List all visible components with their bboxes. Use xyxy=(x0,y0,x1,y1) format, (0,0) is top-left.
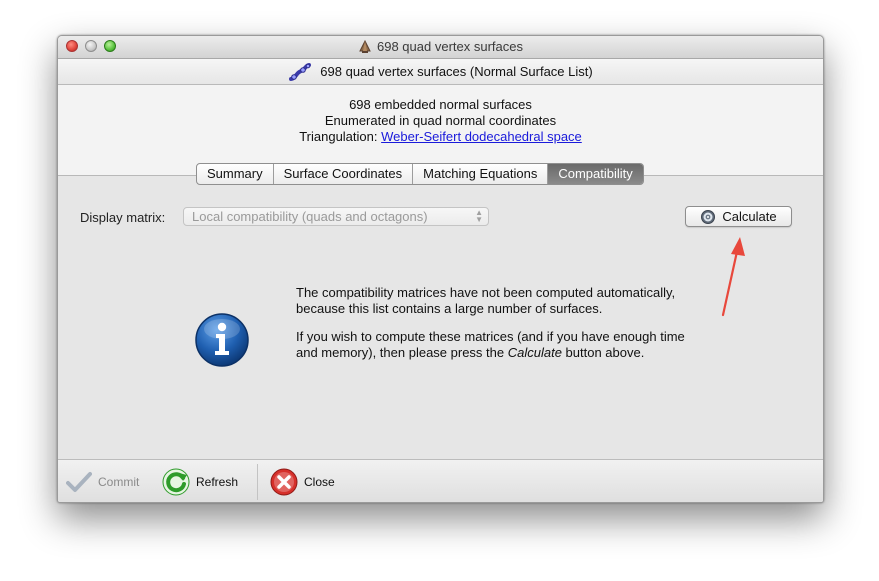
refresh-icon xyxy=(162,468,190,496)
footer-separator xyxy=(257,464,258,500)
close-button[interactable]: Close xyxy=(270,468,335,496)
display-matrix-value: Local compatibility (quads and octagons) xyxy=(192,209,428,224)
calculate-button-label: Calculate xyxy=(722,209,777,224)
tab-compatibility[interactable]: Compatibility xyxy=(548,164,643,184)
gear-icon xyxy=(701,209,716,224)
checkmark-icon xyxy=(66,472,92,492)
message-text-end: button above. xyxy=(561,345,645,360)
packet-header: 698 quad vertex surfaces (Normal Surface… xyxy=(58,59,823,85)
triangulation-line: Triangulation: Weber-Seifert dodecahedra… xyxy=(58,129,823,145)
display-matrix-label: Display matrix: xyxy=(80,210,166,225)
info-icon xyxy=(195,313,249,367)
select-arrows-icon: ▲ ▼ xyxy=(475,208,483,224)
calculate-button[interactable]: Calculate xyxy=(685,206,792,227)
minimize-window-button[interactable] xyxy=(85,40,97,52)
triangulation-label: Triangulation: xyxy=(299,129,378,144)
commit-label: Commit xyxy=(98,475,140,489)
tab-surface-coordinates[interactable]: Surface Coordinates xyxy=(274,164,414,184)
window-title: 698 quad vertex surfaces xyxy=(377,39,523,54)
close-window-button[interactable] xyxy=(66,40,78,52)
message-paragraph-1: The compatibility matrices have not been… xyxy=(296,285,676,316)
action-bar: Commit Refresh Close xyxy=(58,459,823,502)
refresh-label: Refresh xyxy=(196,475,239,489)
tab-bar: Summary Surface Coordinates Matching Equ… xyxy=(196,163,644,185)
tab-matching-equations[interactable]: Matching Equations xyxy=(413,164,549,184)
main-window: 698 quad vertex surfaces 698 quad vertex… xyxy=(57,35,824,503)
window-controls xyxy=(66,40,116,52)
close-icon xyxy=(270,468,298,496)
compatibility-message: The compatibility matrices have not been… xyxy=(296,285,686,373)
triangulation-link[interactable]: Weber-Seifert dodecahedral space xyxy=(381,129,582,144)
message-emphasis: Calculate xyxy=(507,345,562,360)
title-bar[interactable]: 698 quad vertex surfaces xyxy=(58,36,823,59)
close-label: Close xyxy=(304,475,335,489)
compatibility-panel: Display matrix: Local compatibility (qua… xyxy=(58,175,823,460)
window-title-group: 698 quad vertex surfaces xyxy=(358,39,523,54)
commit-button[interactable]: Commit xyxy=(66,468,139,496)
packet-title: 698 quad vertex surfaces (Normal Surface… xyxy=(320,64,593,79)
surface-list-info: 698 embedded normal surfaces Enumerated … xyxy=(58,85,823,175)
normal-surface-list-icon xyxy=(289,62,312,81)
document-icon xyxy=(359,39,371,53)
display-matrix-select[interactable]: Local compatibility (quads and octagons)… xyxy=(183,207,489,226)
surface-count-line: 698 embedded normal surfaces xyxy=(349,97,532,112)
zoom-window-button[interactable] xyxy=(104,40,116,52)
coordinate-system-line: Enumerated in quad normal coordinates xyxy=(324,113,557,128)
tab-summary[interactable]: Summary xyxy=(197,164,274,184)
refresh-button[interactable]: Refresh xyxy=(162,468,238,496)
message-paragraph-2: If you wish to compute these matrices (a… xyxy=(296,329,686,361)
